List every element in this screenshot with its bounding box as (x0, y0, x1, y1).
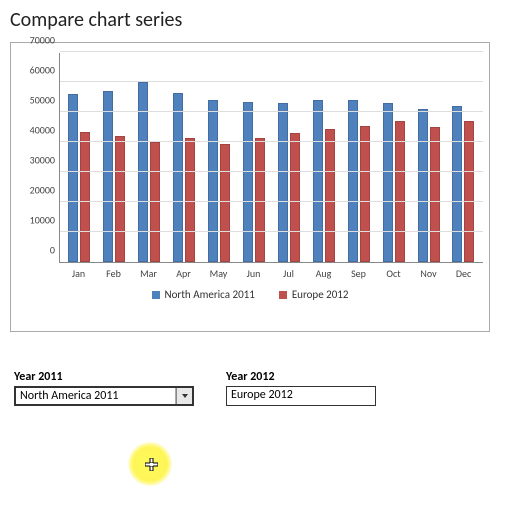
bar-na (348, 100, 358, 262)
bar-na (418, 109, 428, 262)
bar-eu (464, 121, 474, 262)
bar-group (382, 103, 406, 262)
bar-eu (150, 142, 160, 262)
x-tick-label: Feb (102, 267, 126, 280)
grid-line (60, 81, 483, 82)
x-tick-label: May (207, 267, 231, 280)
page-title: Compare chart series (10, 8, 502, 32)
grid-line (60, 141, 483, 142)
y-tick-label: 40000 (30, 124, 55, 137)
bar-na (243, 102, 253, 263)
x-tick-label: Oct (382, 267, 406, 280)
y-axis: 010000200003000040000500006000070000 (17, 53, 59, 263)
x-tick-label: Mar (137, 267, 161, 280)
legend-label: North America 2011 (165, 288, 255, 301)
x-tick-label: Aug (312, 267, 336, 280)
x-tick-label: Sep (347, 267, 371, 280)
series-dropdown-2011[interactable]: North America 2011 (14, 386, 194, 406)
grid-line (60, 231, 483, 232)
bar-group (451, 106, 475, 262)
x-tick-label: Jul (277, 267, 301, 280)
bar-na (68, 94, 78, 262)
bar-na (452, 106, 462, 262)
bar-eu (185, 138, 195, 263)
y-tick-label: 50000 (30, 94, 55, 107)
y-tick-label: 10000 (30, 214, 55, 227)
bar-group (207, 100, 231, 262)
control-year-2011: Year 2011 North America 2011 (14, 370, 194, 406)
control-year-2012: Year 2012 Europe 2012 (226, 370, 376, 406)
bar-group (417, 109, 441, 262)
y-tick-label: 60000 (30, 64, 55, 77)
legend-swatch-na (152, 291, 160, 299)
controls-row: Year 2011 North America 2011 Year 2012 E… (10, 370, 502, 406)
legend: North America 2011 Europe 2012 (17, 288, 483, 301)
bar-na (278, 103, 288, 262)
x-tick-label: Jan (67, 267, 91, 280)
legend-swatch-eu (279, 291, 287, 299)
x-tick-label: Dec (452, 267, 476, 280)
legend-item-na: North America 2011 (152, 288, 255, 301)
bar-eu (360, 126, 370, 263)
grid-line (60, 51, 483, 52)
bar-group (277, 103, 301, 262)
bar-na (383, 103, 393, 262)
bar-group (137, 82, 161, 262)
legend-label: Europe 2012 (292, 288, 349, 301)
bar-eu (395, 121, 405, 262)
bar-group (312, 100, 336, 262)
bar-group (102, 91, 126, 262)
x-axis: Jan Feb Mar Apr May Jun Jul Aug Sep Oct Nov Dec (59, 263, 483, 280)
plot-area (59, 53, 483, 263)
x-tick-label: Nov (417, 267, 441, 280)
grid-line (60, 171, 483, 172)
bar-eu (115, 136, 125, 262)
series-box-2012[interactable]: Europe 2012 (226, 386, 376, 406)
chart-area: 010000200003000040000500006000070000 Jan… (10, 42, 490, 332)
bar-na (138, 82, 148, 262)
grid-line (60, 201, 483, 202)
bar-eu (290, 133, 300, 262)
bar-na (208, 100, 218, 262)
y-tick-label: 30000 (30, 154, 55, 167)
x-tick-label: Apr (172, 267, 196, 280)
dropdown-arrow-button[interactable] (176, 388, 192, 404)
legend-item-eu: Europe 2012 (279, 288, 349, 301)
bar-na (103, 91, 113, 262)
bar-group (67, 94, 91, 262)
dropdown-value: North America 2011 (16, 388, 176, 404)
x-tick-label: Jun (242, 267, 266, 280)
control-label: Year 2012 (226, 370, 376, 384)
bar-eu (430, 127, 440, 262)
bar-eu (325, 129, 335, 263)
y-tick-label: 20000 (30, 184, 55, 197)
grid-line (60, 111, 483, 112)
cursor-highlight (128, 442, 172, 486)
bar-group (347, 100, 371, 262)
bar-na (313, 100, 323, 262)
y-tick-label: 0 (50, 244, 55, 257)
bar-eu (220, 144, 230, 263)
bar-group (242, 102, 266, 263)
bar-na (173, 93, 183, 263)
control-label: Year 2011 (14, 370, 194, 384)
bar-eu (80, 132, 90, 263)
bar-eu (255, 138, 265, 263)
y-tick-label: 70000 (30, 34, 55, 47)
chevron-down-icon (182, 394, 188, 398)
bar-group (172, 93, 196, 263)
